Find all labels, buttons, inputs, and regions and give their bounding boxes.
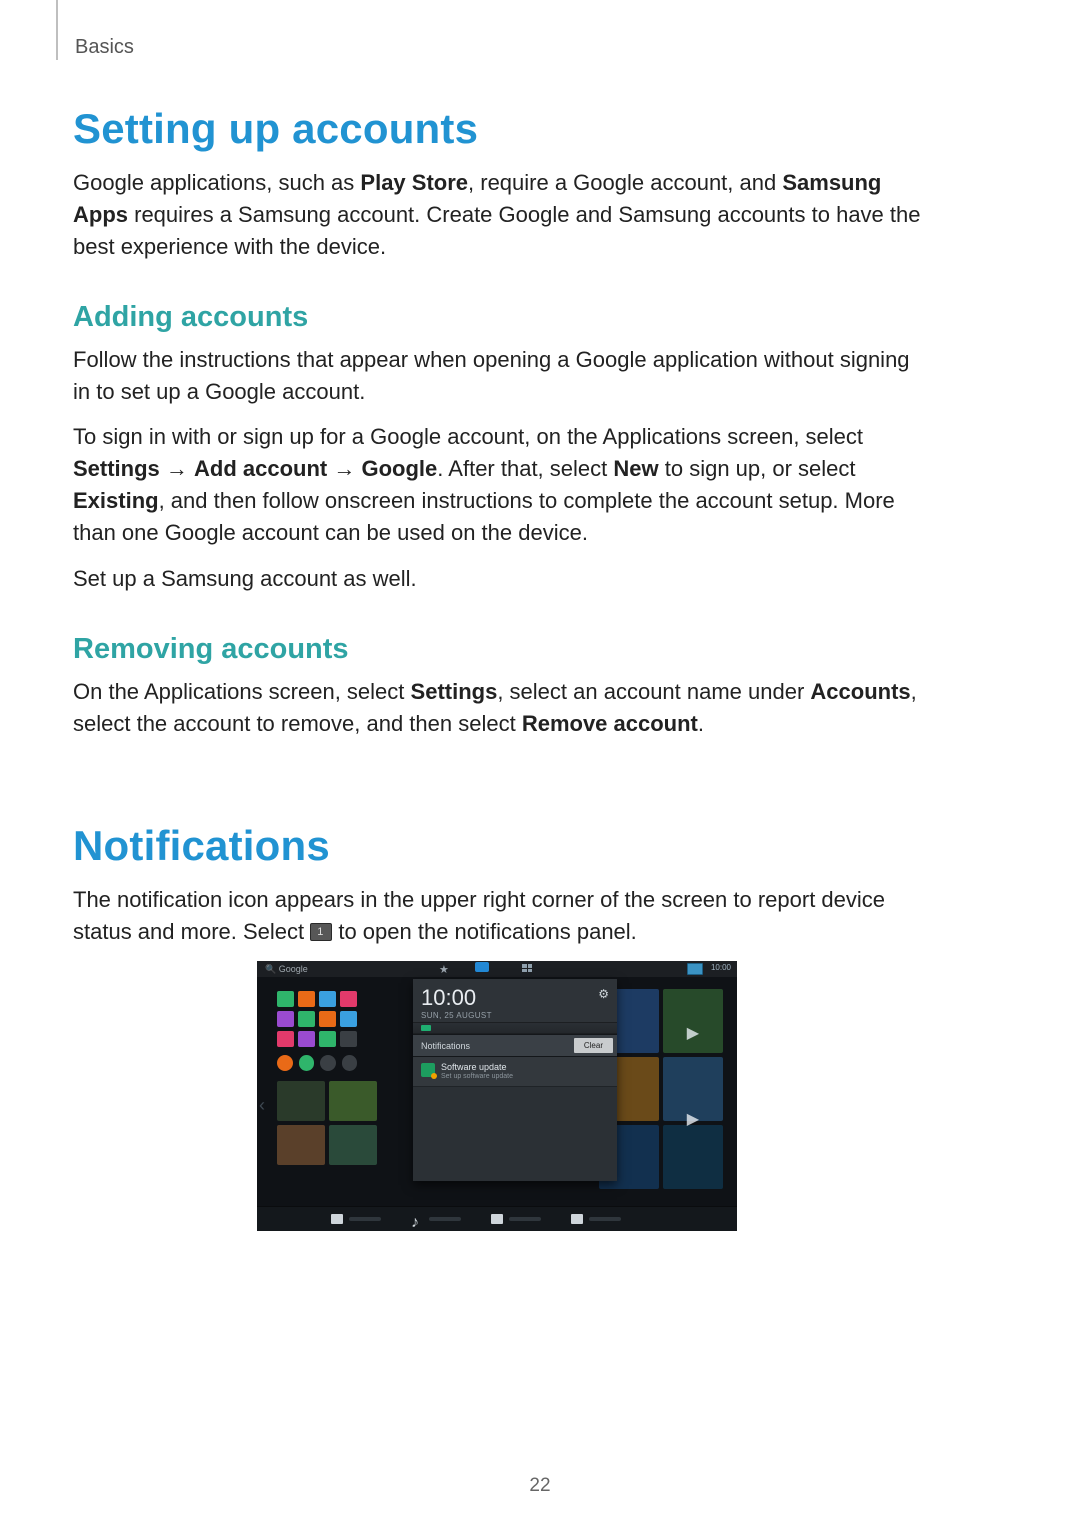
p-adding-3: Set up a Samsung account as well. <box>73 563 921 595</box>
panel-body <box>413 1087 617 1181</box>
status-bar: 🔍 Google ★ 10:00 <box>257 961 737 977</box>
chevron-left-icon: ‹ <box>259 1095 265 1116</box>
status-time: 10:00 <box>711 963 731 972</box>
panel-clock: 10:00 SUN, 25 AUGUST <box>413 979 617 1022</box>
text: to sign up, or select <box>659 456 856 481</box>
p-adding-1: Follow the instructions that appear when… <box>73 344 921 408</box>
notifications-panel: ⚙ 10:00 SUN, 25 AUGUST Notifications Cle… <box>413 979 617 1181</box>
bold-new: New <box>613 456 658 481</box>
h1-setting-up-accounts: Setting up accounts <box>73 105 921 153</box>
widget-row-2 <box>277 1055 357 1073</box>
dock-gallery <box>331 1214 381 1224</box>
search-hint-text: Google <box>279 964 308 974</box>
text: , and then follow onscreen instructions … <box>73 488 895 545</box>
update-icon <box>421 1063 435 1077</box>
apps-grid-icon <box>522 964 532 972</box>
bold-play-store: Play Store <box>360 170 468 195</box>
dock: ♪ <box>257 1206 737 1231</box>
notification-title: Software update <box>441 1063 513 1073</box>
text: , select an account name under <box>497 679 810 704</box>
p-notifications: The notification icon appears in the upp… <box>73 884 921 948</box>
margin-rule <box>56 0 58 60</box>
text: to open the notifications panel. <box>332 919 637 944</box>
dock-music: ♪ <box>411 1214 461 1224</box>
media-tiles <box>599 989 723 1189</box>
video-icon <box>491 1214 503 1224</box>
widget-grid <box>277 991 357 1047</box>
text: requires a Samsung account. Create Googl… <box>73 202 920 259</box>
bold-accounts: Accounts <box>810 679 910 704</box>
notification-subtitle: Set up software update <box>441 1073 513 1080</box>
notification-item[interactable]: Software update Set up software update <box>413 1057 617 1087</box>
text: To sign in with or sign up for a Google … <box>73 424 863 449</box>
p-intro: Google applications, such as Play Store,… <box>73 167 921 263</box>
breadcrumb: Basics <box>75 36 134 59</box>
bold-remove-account: Remove account <box>522 711 698 736</box>
panel-header-label: Notifications <box>413 1037 478 1055</box>
dock-video <box>491 1214 541 1224</box>
device-screenshot: 🔍 Google ★ 10:00 ‹ ▶ ▶ ⚙ 10:00 SUN, 25 A… <box>257 961 737 1231</box>
gear-icon: ⚙ <box>598 987 609 1001</box>
bold-google: Google <box>362 456 438 481</box>
play-icon: ▶ <box>687 1109 699 1129</box>
bold-settings-2: Settings <box>411 679 498 704</box>
bold-settings: Settings <box>73 456 160 481</box>
folder-icon <box>571 1214 583 1224</box>
text: . <box>698 711 704 736</box>
bold-add-account: Add account <box>194 456 327 481</box>
p-removing: On the Applications screen, select Setti… <box>73 676 921 740</box>
search-hint: 🔍 Google <box>265 964 308 975</box>
star-icon: ★ <box>439 963 449 976</box>
notification-badge-icon <box>687 963 703 975</box>
panel-header-row: Notifications Clear <box>413 1034 617 1057</box>
p-adding-2: To sign in with or sign up for a Google … <box>73 421 921 549</box>
text: → <box>327 456 361 481</box>
music-icon: ♪ <box>411 1214 423 1224</box>
play-icon: ▶ <box>687 1023 699 1043</box>
clear-button[interactable]: Clear <box>574 1038 613 1053</box>
text: Google applications, such as <box>73 170 360 195</box>
quick-toggles <box>413 1022 617 1034</box>
image-icon <box>331 1214 343 1224</box>
dock-files <box>571 1214 621 1224</box>
page-content: Setting up accounts Google applications,… <box>73 105 921 1231</box>
mail-icon <box>475 962 489 972</box>
h1-notifications: Notifications <box>73 822 921 870</box>
text: On the Applications screen, select <box>73 679 411 704</box>
text: . After that, select <box>437 456 613 481</box>
panel-clock-time: 10:00 <box>421 985 609 1011</box>
h2-adding-accounts: Adding accounts <box>73 301 921 334</box>
page-number: 22 <box>0 1475 1080 1497</box>
bold-existing: Existing <box>73 488 159 513</box>
thumbnail-grid <box>277 1081 377 1165</box>
text: → <box>160 456 194 481</box>
text: , require a Google account, and <box>468 170 782 195</box>
h2-removing-accounts: Removing accounts <box>73 633 921 666</box>
panel-clock-date: SUN, 25 AUGUST <box>421 1011 609 1020</box>
notification-count-icon <box>310 923 332 941</box>
